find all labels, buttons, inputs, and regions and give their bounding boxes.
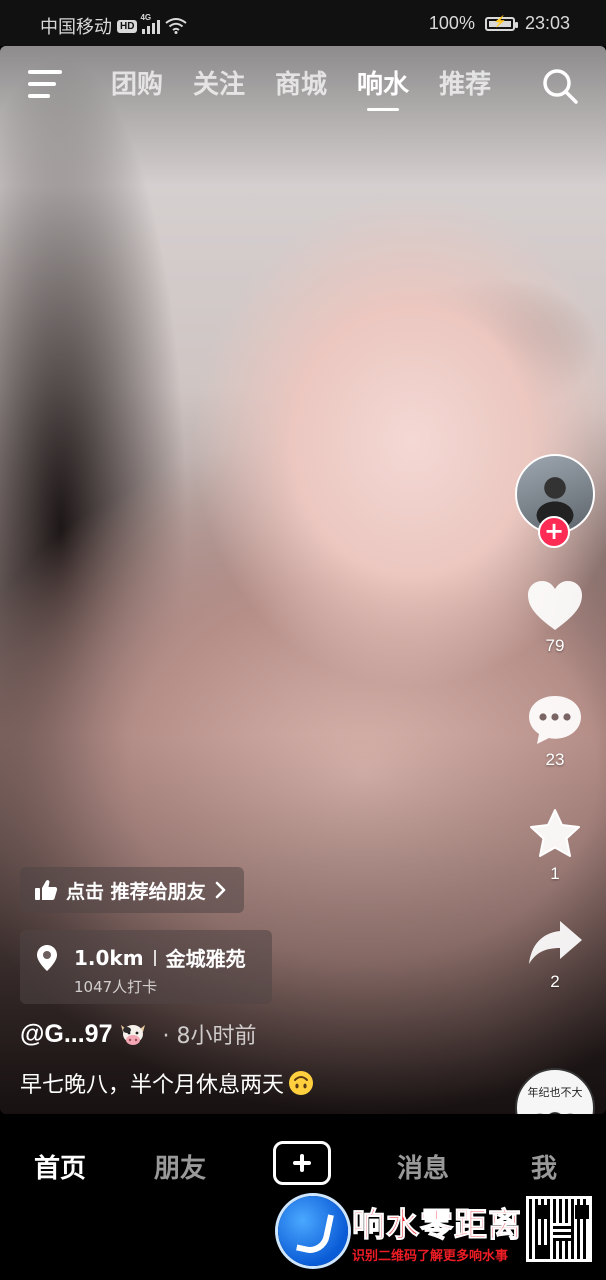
share-count: 2: [550, 972, 560, 991]
star-icon: [530, 809, 580, 857]
search-icon[interactable]: [540, 66, 580, 106]
watermark: 响水零距离 识别二维码了解更多响水事: [272, 1192, 606, 1280]
tab-friends[interactable]: 朋友: [154, 1148, 206, 1185]
favorite-button[interactable]: 1: [515, 808, 595, 884]
comment-icon: [529, 696, 581, 744]
watermark-subtitle: 识别二维码了解更多响水事: [352, 1249, 509, 1264]
tab-me[interactable]: 我: [531, 1148, 557, 1185]
menu-icon[interactable]: [28, 68, 66, 100]
network-type-label: 4G: [140, 13, 152, 22]
music-disc-caption: 年纪也不大: [527, 1086, 583, 1099]
music-disc[interactable]: 年纪也不大: [515, 1068, 595, 1114]
tab-feed-4[interactable]: 推荐: [439, 64, 491, 111]
wifi-icon: [165, 18, 188, 34]
app-screen: 中国移动 HD 4G 100% ⚡ 23:03 团购 关注 商城 响水 推荐 +…: [0, 0, 606, 1280]
location-name: 金城雅苑: [165, 947, 246, 971]
thumbs-up-icon: [35, 880, 58, 900]
location-card[interactable]: 1.0km 金城雅苑 1047人打卡: [20, 930, 272, 1004]
tab-feed-3[interactable]: 响水: [357, 64, 409, 111]
follow-button[interactable]: +: [538, 516, 570, 548]
top-nav: 团购 关注 商城 响水 推荐: [0, 46, 606, 126]
post-time: · 8小时前: [162, 1024, 257, 1049]
share-arrow-icon: [529, 921, 582, 964]
tab-feed-2[interactable]: 商城: [275, 64, 327, 111]
like-count: 79: [545, 636, 565, 655]
location-checkins: 1047人打卡: [74, 978, 158, 996]
cow-emoji-icon: [121, 1025, 146, 1045]
tab-feed-0[interactable]: 团购: [111, 64, 163, 111]
battery-icon: ⚡: [484, 15, 518, 31]
watermark-logo: [278, 1196, 348, 1266]
status-bar: 中国移动 HD 4G 100% ⚡ 23:03: [0, 0, 606, 46]
author-name[interactable]: @G...97: [20, 1020, 112, 1049]
cellular-signal-icon: 4G: [140, 13, 161, 34]
qr-code-icon: [526, 1196, 592, 1262]
charging-icon: ⚡: [493, 15, 507, 28]
recommend-label: 点击 推荐给朋友: [66, 880, 206, 903]
watermark-title: 响水零距离: [352, 1205, 522, 1245]
carrier-label: 中国移动: [40, 17, 112, 37]
like-button[interactable]: 79: [515, 580, 595, 656]
comment-button[interactable]: 23: [515, 694, 595, 770]
author-line: @G...97 · 8小时前: [20, 1018, 256, 1050]
post-caption: 早七晚八，半个月休息两天: [20, 1073, 285, 1098]
location-main: 1.0km 金城雅苑: [74, 943, 246, 972]
location-distance: 1.0km: [74, 945, 144, 970]
battery-percent: 100%: [428, 13, 475, 33]
feed-tabs: 团购 关注 商城 响水 推荐: [111, 64, 491, 111]
upside-down-face-emoji-icon: [289, 1071, 314, 1095]
comment-count: 23: [545, 750, 565, 769]
tab-feed-1[interactable]: 关注: [193, 64, 245, 111]
location-divider: [153, 949, 156, 966]
hd-badge: HD: [117, 19, 138, 33]
recommend-to-friends-button[interactable]: 点击 推荐给朋友: [20, 867, 244, 913]
tab-messages[interactable]: 消息: [397, 1148, 449, 1185]
favorite-count: 1: [550, 864, 560, 883]
location-pin-icon: [37, 945, 57, 971]
create-post-button[interactable]: [273, 1141, 331, 1185]
tab-home[interactable]: 首页: [34, 1148, 86, 1185]
video-player[interactable]: 团购 关注 商城 响水 推荐 + 79 23 1 2 年纪也不大 点击 推荐给朋…: [0, 46, 606, 1114]
chevron-right-icon: [215, 881, 225, 899]
heart-icon: [528, 581, 582, 630]
clock: 23:03: [524, 13, 570, 33]
status-left: 中国移动 HD 4G: [40, 13, 188, 39]
creator-avatar-group: +: [515, 454, 595, 548]
post-caption-line: 早七晚八，半个月休息两天: [20, 1067, 314, 1099]
share-button[interactable]: 2: [515, 918, 595, 992]
status-right: 100% ⚡ 23:03: [429, 13, 570, 34]
